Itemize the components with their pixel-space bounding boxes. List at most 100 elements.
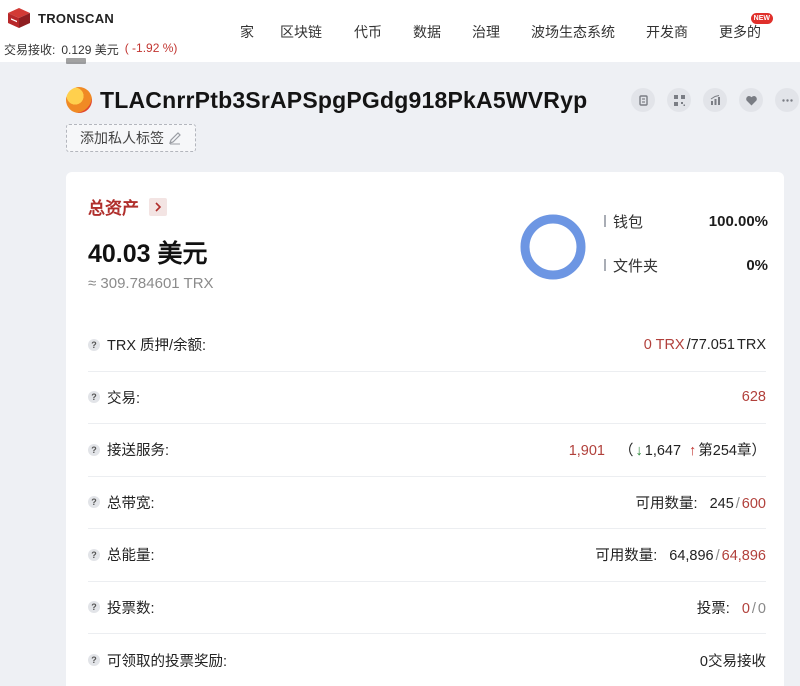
copy-button[interactable] xyxy=(631,88,655,112)
energy-total: 64,896 xyxy=(721,548,766,565)
bandwidth-available: 245 xyxy=(709,495,734,512)
main-nav: 家 区块链 代币 数据 治理 波场生态系统 开发商 更多的 NEW xyxy=(225,13,773,42)
row-label: TRX 质押/余额: xyxy=(107,338,207,355)
nav-blockchain[interactable]: 区块链 xyxy=(280,22,322,42)
row-value: 可用数量: 245 / 600 xyxy=(636,492,766,513)
votes-total: 0 xyxy=(757,600,766,617)
more-icon xyxy=(781,98,793,102)
add-private-tag-button[interactable]: 添加私人标签 xyxy=(66,124,196,152)
help-icon[interactable]: ? xyxy=(88,601,100,614)
help-icon[interactable]: ? xyxy=(88,496,100,509)
row-value: 0交易接收 xyxy=(700,650,766,671)
pencil-icon xyxy=(169,132,181,145)
row-trx-staked-balance: ? TRX 质押/余额: 0 TRX /77.051 TRX xyxy=(88,319,766,372)
transfers-out: 第254章） xyxy=(698,443,766,460)
row-transfers: ? 接送服务: 1,901 （ ↓ 1,647 ↑ 第254章） xyxy=(88,424,766,477)
available-label: 可用数量: xyxy=(595,548,658,565)
row-value: 0 TRX /77.051 TRX xyxy=(644,337,766,353)
claimable-rewards-value: 0交易接收 xyxy=(699,653,766,670)
price-change: ( -1.92 %) xyxy=(124,41,178,55)
legend-marker xyxy=(604,259,606,271)
nav-developers[interactable]: 开发商 xyxy=(646,22,688,42)
nav-tokens[interactable]: 代币 xyxy=(354,22,382,42)
asset-distribution-donut xyxy=(520,214,586,280)
balance-trx: /77.051 xyxy=(686,336,735,353)
arrow-down-icon: ↓ xyxy=(635,443,643,460)
header-divider xyxy=(66,58,86,64)
nav-more-label: 更多的 xyxy=(719,24,761,40)
row-value: 628 xyxy=(742,389,766,405)
energy-available: 64,896 xyxy=(669,548,714,565)
legend-label: 钱包 xyxy=(613,213,644,231)
help-icon[interactable]: ? xyxy=(88,391,100,404)
row-label: 总带宽: xyxy=(107,495,155,512)
nav-ecosystem[interactable]: 波场生态系统 xyxy=(531,22,615,42)
nav-data[interactable]: 数据 xyxy=(413,22,441,42)
row-total-bandwidth: ? 总带宽: 可用数量: 245 / 600 xyxy=(88,477,766,529)
separator: / xyxy=(715,548,720,565)
add-tag-label: 添加私人标签 xyxy=(80,130,164,146)
tronscan-logo[interactable]: TRONSCAN xyxy=(6,6,114,30)
help-icon[interactable]: ? xyxy=(88,654,100,667)
legend-marker xyxy=(604,215,606,227)
price-value: 0.129 美元 xyxy=(61,43,119,57)
row-value: 投票: 0 / 0 xyxy=(697,597,766,618)
account-address[interactable]: TLACnrrPtb3SrAPSpgPGdg918PkA5WVRyp xyxy=(100,87,587,114)
row-total-energy: ? 总能量: 可用数量: 64,896 / 64,896 xyxy=(88,529,766,582)
favorite-button[interactable] xyxy=(739,88,763,112)
separator: / xyxy=(735,495,740,512)
price-label: 交易接收: xyxy=(4,43,56,57)
paren-open: （ xyxy=(619,443,634,460)
row-value: 1,901 （ ↓ 1,647 ↑ 第254章） xyxy=(569,439,766,460)
row-label: 可领取的投票奖励: xyxy=(107,653,228,670)
transactions-count-link[interactable]: 628 xyxy=(742,389,766,405)
row-claimable-rewards: ? 可领取的投票奖励: 0交易接收 xyxy=(88,634,766,686)
total-usd-value: 40.03 美元 xyxy=(88,240,208,268)
top-bar: TRONSCAN 交易接收: 0.129 美元 ( -1.92 %) 家 区块链… xyxy=(0,0,800,62)
chart-button[interactable] xyxy=(703,88,727,112)
row-votes: ? 投票数: 投票: 0 / 0 xyxy=(88,582,766,634)
available-label: 可用数量: xyxy=(635,495,698,512)
balance-unit: TRX xyxy=(737,336,766,353)
heart-icon xyxy=(745,95,757,105)
legend-item-folder: 文件夹 0% xyxy=(604,254,768,276)
donut-slice-wallet xyxy=(520,214,586,280)
legend-item-wallet: 钱包 100.00% xyxy=(604,210,768,232)
help-icon[interactable]: ? xyxy=(88,443,100,456)
nav-governance[interactable]: 治理 xyxy=(472,22,500,42)
row-value: 可用数量: 64,896 / 64,896 xyxy=(595,544,766,565)
row-transactions: ? 交易: 628 xyxy=(88,372,766,424)
total-assets-title: 总资产 xyxy=(88,199,139,218)
new-badge: NEW xyxy=(750,13,773,24)
row-label: 投票数: xyxy=(107,600,155,617)
help-icon[interactable]: ? xyxy=(88,548,100,561)
votes-used: 0 xyxy=(741,600,750,617)
account-details-list: ? TRX 质押/余额: 0 TRX /77.051 TRX ? 交易: 628… xyxy=(88,319,766,686)
address-row: TLACnrrPtb3SrAPSpgPGdg918PkA5WVRyp xyxy=(66,84,587,116)
arrow-up-icon: ↑ xyxy=(689,443,697,460)
row-label: 接送服务: xyxy=(107,443,170,460)
nav-home[interactable]: 家 xyxy=(240,22,254,42)
chart-icon xyxy=(710,94,720,105)
staked-trx: 0 TRX xyxy=(643,336,685,353)
total-trx-value: ≈ 309.784601 TRX xyxy=(88,275,214,292)
legend-label: 文件夹 xyxy=(613,257,659,275)
row-label: 交易: xyxy=(107,390,141,407)
bandwidth-total: 600 xyxy=(741,495,766,512)
copy-icon xyxy=(638,94,648,106)
legend-value: 100.00% xyxy=(708,212,768,230)
qrcode-icon xyxy=(673,94,685,106)
nav-more[interactable]: 更多的 NEW xyxy=(719,13,773,42)
qrcode-button[interactable] xyxy=(667,88,691,112)
total-assets-link[interactable]: 总资产 xyxy=(88,194,167,219)
votes-label: 投票: xyxy=(696,600,730,617)
more-button[interactable] xyxy=(775,88,799,112)
account-overview-card: 总资产 40.03 美元 ≈ 309.784601 TRX 钱包 100.00%… xyxy=(66,172,784,686)
transfers-in: 1,647 xyxy=(644,443,682,460)
trx-price: 交易接收: 0.129 美元 ( -1.92 %) xyxy=(4,41,177,58)
row-label: 总能量: xyxy=(107,548,155,565)
separator: / xyxy=(751,600,756,617)
help-icon[interactable]: ? xyxy=(88,338,100,351)
transfers-count-link[interactable]: 1,901 xyxy=(569,443,605,459)
asset-legend: 钱包 100.00% 文件夹 0% xyxy=(604,210,768,298)
